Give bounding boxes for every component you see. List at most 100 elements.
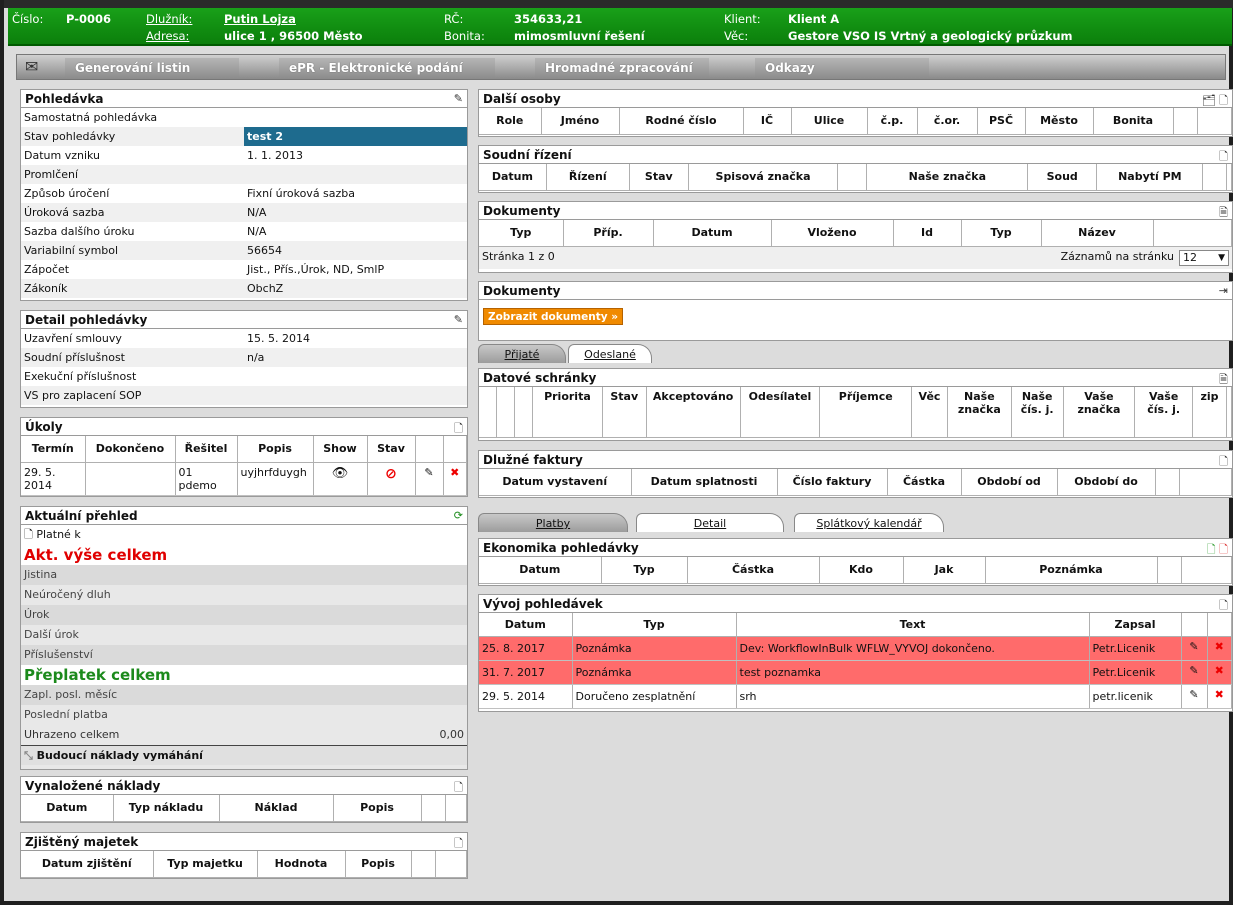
add-icon[interactable]: 🗋 [1219, 597, 1228, 616]
col-dokonceno[interactable]: Dokončeno [85, 436, 176, 463]
col-header[interactable]: Id [893, 220, 962, 247]
show-documents-button[interactable]: Zobrazit dokumenty » [483, 308, 623, 325]
delete-icon[interactable]: ✖ [443, 462, 467, 496]
col-header[interactable]: Poznámka [985, 557, 1158, 584]
col-termin[interactable]: Termín [21, 436, 86, 463]
col-header[interactable]: Typ [961, 220, 1042, 247]
col-typ[interactable]: Typ [572, 613, 737, 637]
col-header[interactable]: Období do [1057, 469, 1156, 496]
col-header[interactable]: Řízení [546, 164, 630, 191]
delete-icon[interactable]: ✖ [1207, 636, 1232, 661]
add-icon[interactable]: 🗂 🗋 [1202, 92, 1228, 111]
col-naklad[interactable]: Náklad [219, 795, 334, 822]
col-header[interactable]: Stav [602, 387, 647, 438]
per-page-select[interactable]: 12 ▼ [1179, 249, 1229, 266]
delete-icon[interactable]: ✖ [1207, 660, 1232, 685]
col-header[interactable]: Číslo faktury [777, 469, 888, 496]
col-header[interactable]: Jméno [541, 108, 620, 135]
col-header[interactable]: Akceptováno [646, 387, 741, 438]
col-header[interactable]: IČ [743, 108, 792, 135]
col-zapsal[interactable]: Zapsal [1089, 613, 1182, 637]
tab-odeslane[interactable]: Odeslané [568, 344, 652, 363]
tab-detail[interactable]: Detail [636, 513, 784, 532]
col-header[interactable]: Role [479, 108, 542, 135]
add-icon[interactable]: 🗋 [454, 779, 463, 798]
col-header[interactable]: Vaše značka [1063, 387, 1136, 438]
list-icon[interactable]: 🗎 [1219, 371, 1228, 390]
list-icon[interactable]: 🗎 [1219, 204, 1228, 223]
col-datum[interactable]: Datum [21, 795, 114, 822]
export-icon[interactable]: ⇥ [1219, 284, 1228, 297]
col-header[interactable]: Věc [911, 387, 948, 438]
add-icon[interactable]: 🗋 [1219, 148, 1228, 167]
stop-icon[interactable]: ⊘ [367, 462, 416, 496]
col-popis[interactable]: Popis [345, 851, 412, 878]
col-header[interactable]: PSČ [977, 108, 1026, 135]
col-header[interactable]: Datum [479, 164, 547, 191]
col-header[interactable]: Naše čís. j. [1011, 387, 1064, 438]
col-header[interactable]: Typ [479, 220, 564, 247]
col-popis[interactable]: Popis [333, 795, 422, 822]
eye-icon[interactable]: 👁 [313, 462, 368, 496]
col-header[interactable]: Odesílatel [740, 387, 821, 438]
menu-epr[interactable]: ePR - Elektronické podání [279, 58, 495, 77]
budouci-row[interactable]: ⤡ Budoucí náklady vymáhání [21, 745, 467, 765]
col-header[interactable]: Datum vystavení [479, 469, 632, 496]
col-stav[interactable]: Stav [367, 436, 416, 463]
col-header[interactable]: Datum [653, 220, 772, 247]
adresa-link[interactable]: Adresa: [146, 29, 189, 43]
col-header[interactable]: Naše značka [947, 387, 1012, 438]
col-header[interactable]: Bonita [1093, 108, 1174, 135]
add-icon[interactable]: 🗋 [454, 420, 463, 439]
edit-icon[interactable]: ✎ [1181, 684, 1208, 709]
table-row[interactable]: 29. 5. 2014 Doručeno zesplatnění srh petr.l… [479, 684, 1232, 709]
col-header[interactable]: Nabytí PM [1096, 164, 1204, 191]
col-header[interactable]: Datum splatnosti [631, 469, 778, 496]
col-header[interactable]: Název [1041, 220, 1154, 247]
col-header[interactable]: Stav [629, 164, 689, 191]
col-typ-nakladu[interactable]: Typ nákladu [113, 795, 220, 822]
delete-icon[interactable]: ✖ [1207, 684, 1232, 709]
col-header[interactable]: Ulice [791, 108, 868, 135]
col-header[interactable]: Vloženo [771, 220, 894, 247]
col-header[interactable]: Soud [1027, 164, 1098, 191]
col-datum[interactable]: Datum [479, 613, 573, 637]
col-header[interactable]: Částka [887, 469, 962, 496]
col-header[interactable]: č.or. [917, 108, 978, 135]
col-header[interactable]: Kdo [819, 557, 904, 584]
edit-icon[interactable]: ✎ [454, 313, 463, 326]
tab-splatkovy[interactable]: Splátkový kalendář [794, 513, 944, 532]
tab-platby[interactable]: Platby [478, 513, 628, 532]
dluznik-link[interactable]: Dlužník: [146, 12, 192, 26]
col-header[interactable]: Spisová značka [688, 164, 839, 191]
col-header[interactable]: Datum [479, 557, 602, 584]
envelope-icon[interactable]: ✉ [25, 58, 49, 77]
col-header[interactable]: zip [1192, 387, 1227, 438]
tab-prijate[interactable]: Přijaté [478, 344, 566, 363]
col-hodnota[interactable]: Hodnota [257, 851, 346, 878]
col-header[interactable]: Jak [903, 557, 986, 584]
col-header[interactable]: Částka [687, 557, 820, 584]
edit-icon[interactable]: ✎ [454, 92, 463, 105]
edit-icon[interactable]: ✎ [415, 462, 444, 496]
table-row[interactable]: 31. 7. 2017 Poznámka test poznamka Petr.Lic… [479, 660, 1232, 685]
edit-icon[interactable]: ✎ [1181, 636, 1208, 661]
refresh-icon[interactable]: ⟳ [454, 509, 463, 522]
menu-generovani[interactable]: Generování listin [65, 58, 239, 77]
col-header[interactable] [837, 164, 868, 191]
col-header[interactable]: Město [1025, 108, 1094, 135]
col-header[interactable]: Období od [961, 469, 1058, 496]
col-header[interactable]: Rodné číslo [619, 108, 744, 135]
table-row[interactable]: 29. 5. 2014 01 pdemo uyjhrfduygh 👁 ⊘ ✎ ✖ [21, 462, 467, 496]
add-icon[interactable]: 🗋 [454, 835, 463, 854]
col-text[interactable]: Text [736, 613, 1090, 637]
excel-icon[interactable]: 🗋 🗋 [1207, 541, 1228, 560]
col-header[interactable]: Priorita [532, 387, 603, 438]
menu-hromadne[interactable]: Hromadné zpracování [535, 58, 709, 77]
col-header[interactable]: Příjemce [819, 387, 913, 438]
dluznik-value[interactable]: Putin Lojza [224, 12, 296, 26]
col-header[interactable]: Typ [601, 557, 688, 584]
col-typ-majetku[interactable]: Typ majetku [153, 851, 258, 878]
edit-icon[interactable]: ✎ [1181, 660, 1208, 685]
table-row[interactable]: 25. 8. 2017 Poznámka Dev: WorkflowInBulk W… [479, 636, 1232, 661]
